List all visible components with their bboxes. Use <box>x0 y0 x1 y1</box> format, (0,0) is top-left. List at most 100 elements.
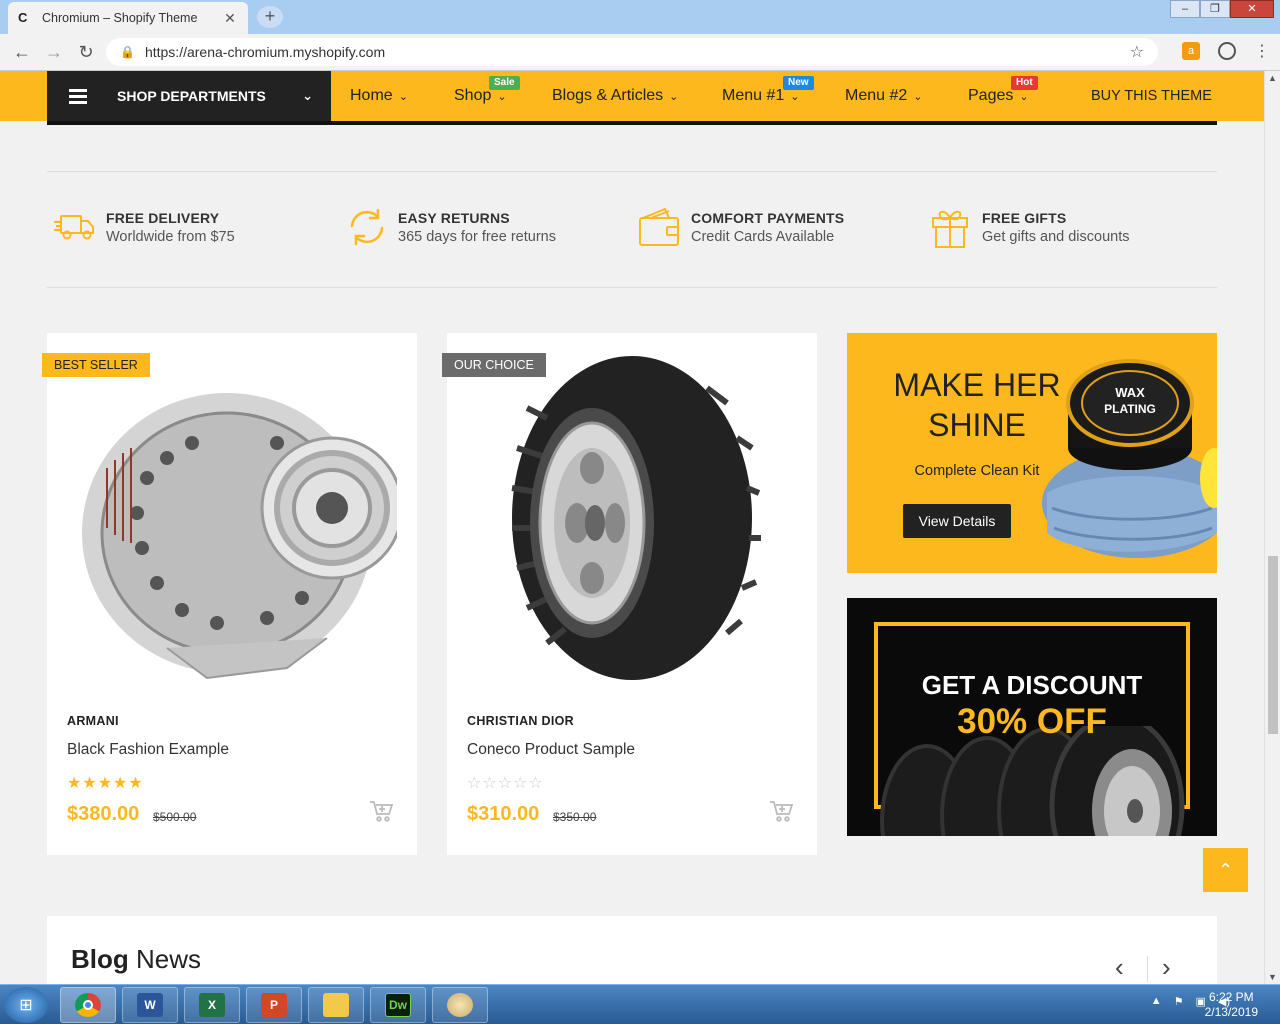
window-controls: – ❐ ✕ <box>1170 0 1274 18</box>
rating-stars-icon: ☆☆☆☆☆ <box>467 775 544 792</box>
show-hidden-icons-icon[interactable]: ▲ <box>1151 995 1162 1008</box>
reload-icon[interactable]: ↻ <box>70 42 102 63</box>
new-badge: New <box>783 76 814 90</box>
nav-item-label: Home <box>350 87 393 104</box>
windows-logo-icon: ⊞ <box>19 997 33 1014</box>
nav-item-menu-2[interactable]: Menu #2 ⌄ <box>845 71 922 121</box>
product-brand[interactable]: CHRISTIAN DIOR <box>467 714 574 728</box>
refresh-icon <box>350 208 384 246</box>
chevron-down-icon: ⌄ <box>302 88 313 103</box>
chevron-down-icon: ⌄ <box>497 90 507 103</box>
nav-item-label: Blogs & Articles <box>552 87 664 104</box>
chevron-down-icon: ⌄ <box>790 90 800 103</box>
tire-image <box>511 356 761 680</box>
nav-item-home[interactable]: Home ⌄ <box>350 71 408 121</box>
lock-icon: 🔒 <box>120 45 135 59</box>
url-text: https://arena-chromium.myshopify.com <box>144 44 386 60</box>
product-card[interactable]: OUR CHOICE CHRISTIAN DIOR Coneco Product… <box>442 333 817 855</box>
nav-item-label: Pages <box>968 87 1014 104</box>
tab-close-icon[interactable]: ✕ <box>222 10 238 27</box>
alternator-image <box>82 393 397 680</box>
forward-arrow-icon[interactable]: → <box>38 42 70 63</box>
tab-title: Chromium – Shopify Theme <box>42 11 198 25</box>
scroll-to-top-button[interactable]: ⌃ <box>1203 848 1248 892</box>
flag-icon[interactable]: ⚑ <box>1174 995 1184 1008</box>
windows-taskbar: ⊞ W X P Dw ▲ ⚑ ▣ ◀) 6:22 PM 2/13/2019 <box>0 984 1280 1024</box>
back-arrow-icon[interactable]: ← <box>6 42 38 63</box>
our-choice-label: OUR CHOICE <box>442 353 546 377</box>
gift-icon <box>932 210 968 248</box>
extension-icon[interactable]: a <box>1182 42 1200 60</box>
carousel-next-icon[interactable]: › <box>1162 952 1171 983</box>
buy-theme-link[interactable]: BUY THIS THEME <box>1091 71 1212 121</box>
chevron-down-icon: ⌄ <box>669 90 679 103</box>
scroll-down-icon[interactable]: ▼ <box>1268 972 1277 982</box>
wallet-icon <box>639 207 679 246</box>
view-details-button[interactable]: View Details <box>903 504 1011 538</box>
add-to-cart-icon[interactable] <box>769 800 793 822</box>
feature-title: EASY RETURNS <box>398 210 510 226</box>
product-old-price: $500.00 <box>153 810 197 824</box>
departments-label: SHOP DEPARTMENTS <box>117 88 266 104</box>
nav-item-blogs[interactable]: Blogs & Articles ⌄ <box>552 71 678 121</box>
close-window-button[interactable]: ✕ <box>1230 0 1274 18</box>
chevron-down-icon: ⌄ <box>913 90 923 103</box>
product-price: $310.00 <box>467 803 540 825</box>
minimize-button[interactable]: – <box>1170 0 1200 18</box>
main-navigation: SHOP DEPARTMENTS ⌄ Home ⌄ Shop ⌄ Sale Blog… <box>0 71 1264 125</box>
favicon-icon: C <box>18 10 28 25</box>
add-to-cart-icon[interactable] <box>369 800 393 822</box>
nav-item-label: Menu #1 <box>722 87 785 104</box>
browser-toolbar: ← → ↻ 🔒 https://arena-chromium.myshopify… <box>0 34 1280 71</box>
feature-subtitle: 365 days for free returns <box>398 229 556 245</box>
wax-product-image: WAX PLATING <box>1042 359 1217 558</box>
divider <box>47 287 1217 288</box>
product-name[interactable]: Coneco Product Sample <box>467 741 635 759</box>
shop-departments-button[interactable]: SHOP DEPARTMENTS ⌄ <box>47 71 331 121</box>
feature-title: FREE GIFTS <box>982 210 1067 226</box>
carousel-divider <box>1147 956 1148 982</box>
product-name[interactable]: Black Fashion Example <box>67 741 229 759</box>
dreamweaver-taskbar-icon[interactable]: Dw <box>370 987 426 1023</box>
plating-label: PLATING <box>1104 402 1156 416</box>
blog-title: Blog News <box>71 944 201 975</box>
tires-image <box>880 726 1185 836</box>
menu-kebab-icon[interactable]: ⋮ <box>1254 41 1270 61</box>
promo-banner-shine[interactable]: MAKE HER SHINE Complete Clean Kit View D… <box>847 333 1217 573</box>
chrome-taskbar-icon[interactable] <box>60 987 116 1023</box>
address-bar[interactable]: 🔒 https://arena-chromium.myshopify.com ☆ <box>106 38 1158 66</box>
rating-stars-icon: ★★★★★ <box>67 775 144 792</box>
explorer-taskbar-icon[interactable] <box>308 987 364 1023</box>
new-tab-button[interactable]: + <box>257 6 283 28</box>
discount-heading: GET A DISCOUNT <box>921 670 1143 700</box>
product-price: $380.00 <box>67 803 140 825</box>
scroll-up-icon[interactable]: ▲ <box>1268 73 1277 83</box>
excel-taskbar-icon[interactable]: X <box>184 987 240 1023</box>
browser-tab[interactable]: C Chromium – Shopify Theme ✕ <box>8 2 248 34</box>
scrollbar-thumb[interactable] <box>1268 556 1278 734</box>
start-button[interactable]: ⊞ <box>4 987 48 1023</box>
word-taskbar-icon[interactable]: W <box>122 987 178 1023</box>
product-brand[interactable]: ARMANI <box>67 714 119 728</box>
wax-label: WAX <box>1115 385 1145 400</box>
nav-item-label: Menu #2 <box>845 87 908 104</box>
page-scrollbar[interactable]: ▲ ▼ <box>1264 71 1280 984</box>
system-clock[interactable]: 6:22 PM 2/13/2019 <box>1205 990 1258 1020</box>
nav-item-label: Shop <box>454 87 492 104</box>
feature-free-delivery: FREE DELIVERY Worldwide from $75 <box>52 204 235 250</box>
paint-taskbar-icon[interactable] <box>432 987 488 1023</box>
maximize-button[interactable]: ❐ <box>1200 0 1230 18</box>
carousel-prev-icon[interactable]: ‹ <box>1115 952 1124 983</box>
sale-badge: Sale <box>489 76 520 90</box>
feature-free-gifts: FREE GIFTS Get gifts and discounts <box>928 204 1130 250</box>
account-icon[interactable] <box>1218 42 1236 60</box>
powerpoint-taskbar-icon[interactable]: P <box>246 987 302 1023</box>
hamburger-icon <box>69 86 87 107</box>
feature-easy-returns: EASY RETURNS 365 days for free returns <box>344 204 556 250</box>
clock-date: 2/13/2019 <box>1204 1005 1258 1019</box>
blog-section: Blog News ‹ › <box>47 916 1217 984</box>
product-card[interactable]: BEST SELLER ARMANI Black Fashion Example… <box>42 333 417 855</box>
promo-banner-discount[interactable]: GET A DISCOUNT 30% OFF <box>847 598 1217 836</box>
bookmark-star-icon[interactable]: ☆ <box>1130 42 1144 62</box>
feature-title: COMFORT PAYMENTS <box>691 210 845 226</box>
